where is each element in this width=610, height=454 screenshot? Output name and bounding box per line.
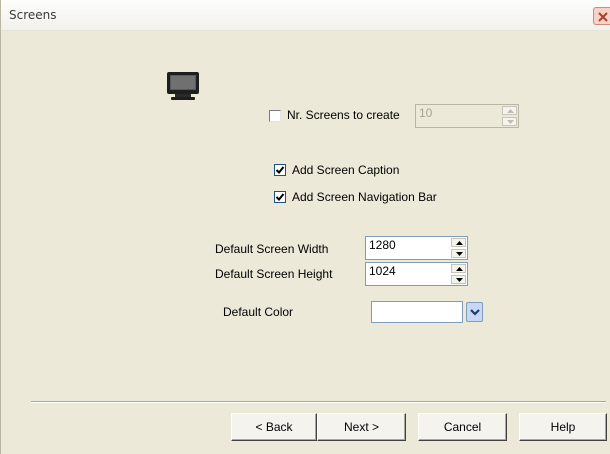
- default-color-swatch[interactable]: [371, 301, 463, 323]
- nr-screens-up-button[interactable]: [502, 106, 517, 115]
- default-width-stepper[interactable]: 1280: [365, 236, 468, 260]
- arrow-up-icon: [456, 267, 463, 271]
- default-width-value: 1280: [369, 238, 396, 252]
- default-color-label: Default Color: [223, 305, 294, 319]
- color-dropdown-button[interactable]: [466, 302, 483, 322]
- add-nav-bar-label: Add Screen Navigation Bar: [292, 190, 437, 204]
- arrow-up-icon: [507, 109, 514, 113]
- arrow-down-icon: [456, 278, 463, 282]
- chevron-down-icon: [470, 309, 480, 316]
- close-button[interactable]: [593, 7, 610, 25]
- close-icon: [598, 12, 608, 22]
- nr-screens-checkbox[interactable]: [269, 110, 281, 122]
- checkmark-icon: [275, 193, 285, 201]
- nr-screens-label: Nr. Screens to create: [287, 108, 400, 122]
- next-button[interactable]: Next >: [317, 413, 406, 441]
- help-button[interactable]: Help: [519, 413, 607, 441]
- add-caption-label: Add Screen Caption: [292, 163, 400, 177]
- arrow-up-icon: [456, 241, 463, 245]
- add-caption-checkbox[interactable]: [274, 164, 286, 176]
- nr-screens-down-button[interactable]: [502, 117, 517, 126]
- arrow-down-icon: [456, 252, 463, 256]
- arrow-down-icon: [507, 120, 514, 124]
- add-nav-bar-checkbox[interactable]: [274, 191, 286, 203]
- default-width-label: Default Screen Width: [215, 242, 329, 256]
- width-up-button[interactable]: [451, 238, 466, 247]
- height-down-button[interactable]: [451, 275, 466, 284]
- default-height-value: 1024: [369, 264, 396, 278]
- checkmark-icon: [275, 166, 285, 174]
- width-down-button[interactable]: [451, 249, 466, 258]
- default-height-label: Default Screen Height: [215, 267, 333, 281]
- window-title: Screens: [9, 8, 57, 22]
- title-bar: Screens: [1, 0, 610, 31]
- nr-screens-stepper[interactable]: 10: [415, 104, 519, 128]
- default-height-stepper[interactable]: 1024: [365, 262, 468, 286]
- footer-divider: [31, 401, 606, 403]
- height-up-button[interactable]: [451, 264, 466, 273]
- screens-dialog: Screens Nr. Screens to create 10 Add Scr…: [0, 0, 610, 454]
- back-button[interactable]: < Back: [231, 413, 317, 441]
- monitor-icon: [167, 72, 199, 100]
- cancel-button[interactable]: Cancel: [418, 413, 507, 441]
- nr-screens-value: 10: [419, 106, 433, 120]
